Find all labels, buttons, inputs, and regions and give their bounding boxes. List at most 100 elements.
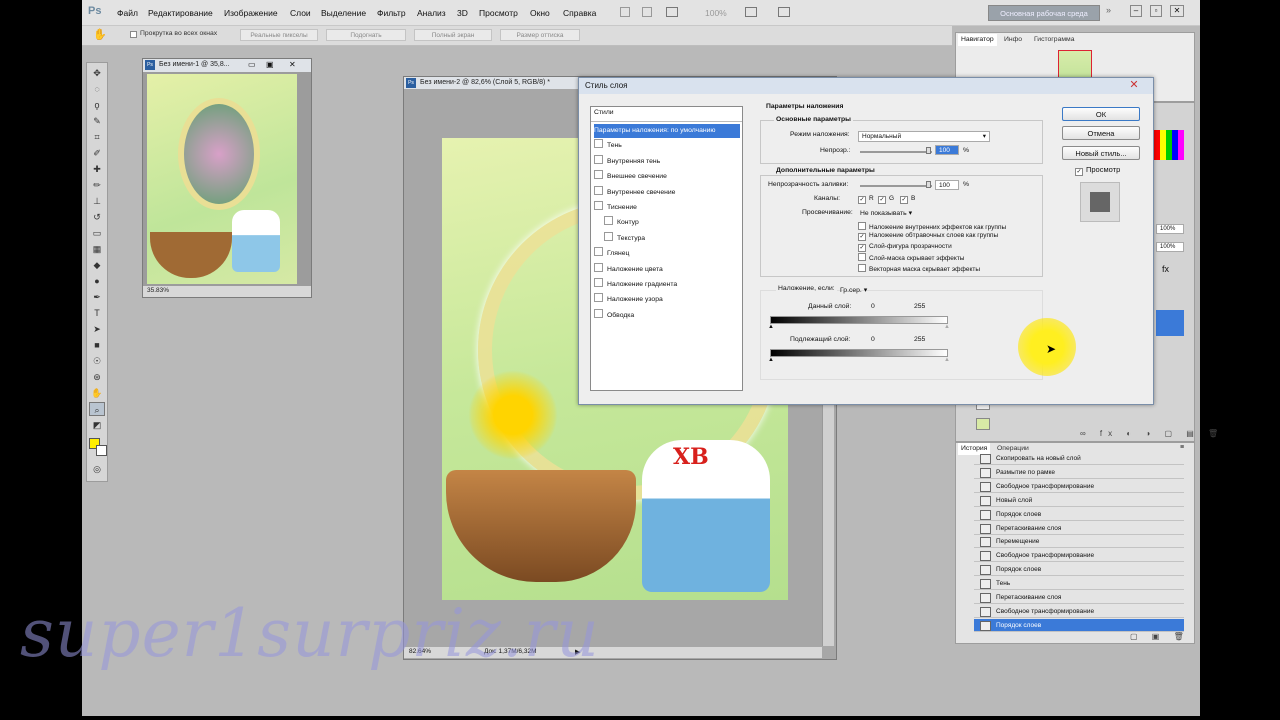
history-item[interactable]: Свободное трансформирование (974, 605, 1184, 618)
dialog-close-icon[interactable]: ✕ (1126, 78, 1142, 92)
workspace-switcher[interactable]: Основная рабочая среда (988, 5, 1100, 21)
menu-view[interactable]: Просмотр (479, 8, 518, 18)
hand-tool-icon[interactable]: ✋ (89, 386, 105, 400)
history-item[interactable]: Перемещение (974, 535, 1184, 549)
lasso-tool-icon[interactable]: ϙ (89, 98, 105, 112)
3d-rotate-tool-icon[interactable]: ☉ (89, 354, 105, 368)
preview-checkbox[interactable]: ✓ Просмотр (1075, 165, 1120, 176)
menu-help[interactable]: Справка (563, 8, 596, 18)
blend-option-checkbox[interactable]: ✓ Наложение обтравочных слоев как группы (858, 232, 998, 242)
style-checkbox[interactable] (594, 308, 603, 318)
blend-option-checkbox[interactable]: Слой-маска скрывает эффекты (858, 253, 964, 262)
history-item[interactable]: Свободное трансформирование (974, 549, 1184, 563)
swatches-grid[interactable] (1154, 130, 1184, 160)
tab-navigator[interactable]: Навигатор (958, 34, 997, 46)
slider-handle-icon[interactable]: ▲ (944, 357, 950, 363)
style-item[interactable]: Глянец (594, 247, 740, 261)
blend-if-select[interactable]: Гр.сер. ▾ (840, 286, 867, 294)
history-item[interactable]: Новый слой (974, 494, 1184, 507)
style-item[interactable]: Наложение цвета (594, 262, 740, 277)
menu-window[interactable]: Окно (530, 8, 550, 18)
blend-option-checkbox[interactable]: ✓ Слой-фигура прозрачности (858, 243, 952, 252)
style-checkbox[interactable] (594, 170, 603, 180)
minimize-icon[interactable]: – (1130, 5, 1142, 17)
history-item[interactable]: Порядок слоев (974, 508, 1184, 521)
doc1-zoom[interactable]: 35.83% (147, 287, 169, 294)
style-checkbox[interactable] (604, 231, 613, 241)
style-checkbox[interactable] (594, 154, 603, 164)
document-1-title[interactable]: Без имени-1 @ 35,8... (143, 59, 311, 72)
blend-option-checkbox[interactable]: Векторная маска скрывает эффекты (858, 263, 980, 273)
style-checkbox[interactable] (594, 262, 603, 272)
slider-handle-icon[interactable]: ▲ (768, 324, 774, 330)
slider-handle-icon[interactable]: ▲ (944, 324, 950, 330)
menu-image[interactable]: Изображение (224, 8, 278, 18)
underlying-layer-gradient-slider[interactable] (770, 349, 948, 357)
history-brush-tool-icon[interactable]: ↺ (89, 210, 105, 224)
menu-file[interactable]: Файл (117, 8, 138, 18)
style-item[interactable]: Контур (594, 216, 740, 230)
layer-thumbnail[interactable] (976, 418, 990, 430)
menu-3d[interactable]: 3D (457, 8, 468, 18)
layers-fill-field[interactable]: 100% (1156, 242, 1184, 252)
style-checkbox[interactable] (604, 216, 613, 226)
this-layer-gradient-slider[interactable] (770, 316, 948, 324)
history-item[interactable]: Свободное трансформирование (974, 480, 1184, 493)
scroll-all-checkbox[interactable] (130, 31, 137, 38)
view-extras-icon[interactable] (666, 7, 678, 17)
menu-select[interactable]: Выделение (321, 8, 366, 18)
style-checkbox[interactable] (594, 293, 603, 303)
history-item[interactable]: Перетаскивание слоя (974, 522, 1184, 535)
checkbox-box[interactable] (858, 263, 866, 272)
quick-select-tool-icon[interactable]: ✎ (89, 114, 105, 128)
dodge-tool-icon[interactable]: ● (89, 274, 105, 288)
fill-opacity-slider[interactable] (860, 185, 932, 187)
history-bottom-icons[interactable]: ▢ ▣ 🗑 (1130, 632, 1190, 641)
style-item[interactable]: Параметры наложения: по умолчанию (594, 124, 740, 138)
doc1-minimize-icon[interactable]: ▭ (248, 60, 256, 69)
checkbox-box[interactable] (858, 253, 866, 262)
menu-layers[interactable]: Слои (290, 8, 311, 18)
doc1-close-icon[interactable]: ✕ (289, 60, 296, 69)
zoom-tool-icon[interactable]: ⌕ (89, 402, 105, 416)
checkbox-box[interactable]: ✓ (858, 233, 866, 242)
panel-menu-icon[interactable]: ≡ (1180, 444, 1184, 451)
opacity-slider-handle[interactable] (926, 147, 931, 154)
healing-tool-icon[interactable]: ✚ (89, 162, 105, 176)
blur-tool-icon[interactable]: ◆ (89, 258, 105, 272)
pen-tool-icon[interactable]: ✒ (89, 290, 105, 304)
gradient-tool-icon[interactable]: ▦ (89, 242, 105, 256)
knockout-select[interactable]: Не показывать ▾ (860, 209, 912, 217)
channel-r-checkbox[interactable]: ✓ R (858, 195, 874, 204)
style-item[interactable]: Обводка (594, 308, 740, 323)
styles-header[interactable]: Стили (594, 109, 614, 116)
screen-mode-icon[interactable] (778, 7, 790, 17)
fill-opacity-slider-handle[interactable] (926, 181, 931, 188)
eraser-tool-icon[interactable]: ▭ (89, 226, 105, 240)
slider-handle-icon[interactable]: ▲ (768, 357, 774, 363)
style-checkbox[interactable] (594, 278, 603, 287)
history-item[interactable]: Порядок слоев (974, 618, 1184, 632)
new-style-button[interactable]: Новый стиль... (1062, 146, 1140, 160)
hand-tool-icon[interactable]: ✋ (93, 28, 107, 41)
style-item[interactable]: Наложение узора (594, 293, 740, 307)
opacity-slider[interactable] (860, 151, 932, 153)
channel-b-checkbox[interactable]: ✓ B (900, 195, 915, 204)
ok-button[interactable]: ОК (1062, 107, 1140, 121)
zoom-level[interactable]: 100% (705, 8, 727, 18)
checkbox-box[interactable] (858, 222, 866, 230)
checkbox-box[interactable]: ✓ (858, 243, 866, 252)
shape-tool-icon[interactable]: ■ (89, 338, 105, 352)
background-color-swatch[interactable] (96, 445, 107, 456)
actual-pixels-button[interactable]: Реальные пикселы (240, 29, 318, 41)
history-item[interactable]: Размытие по рамке (974, 466, 1184, 479)
history-item[interactable]: Порядок слоев (974, 563, 1184, 577)
style-item[interactable]: Внутренняя тень (594, 154, 740, 169)
close-icon[interactable]: ✕ (1170, 5, 1184, 17)
move-tool-icon[interactable]: ✥ (89, 66, 105, 80)
arrange-documents-icon[interactable] (745, 7, 757, 17)
layer-row-selected[interactable] (1156, 310, 1184, 336)
style-checkbox[interactable] (594, 139, 603, 149)
maximize-icon[interactable]: ▫ (1150, 5, 1162, 17)
style-item[interactable]: Наложение градиента (594, 278, 740, 292)
